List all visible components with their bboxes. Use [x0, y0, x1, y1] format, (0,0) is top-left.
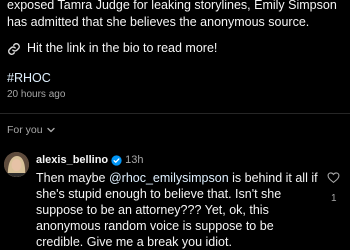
avatar-image [4, 152, 29, 177]
hashtag-link[interactable]: #RHOC [7, 70, 51, 87]
comment-line: suppose to be an attorney??? Yet, ok, th… [36, 203, 269, 217]
comment-username[interactable]: alexis_bellino [36, 154, 108, 166]
comment-line: credible. Give me a break you idiot. [36, 235, 232, 249]
post-timestamp: 20 hours ago [7, 89, 66, 100]
comment-line: she's stupid enough to believe that. Isn… [36, 187, 282, 201]
comments-sort-label: For you [7, 124, 43, 136]
comments-sort-dropdown[interactable]: For you [7, 124, 56, 136]
mention-link[interactable]: @rhoc_emilysimpson [109, 171, 229, 185]
chevron-down-icon [46, 127, 55, 133]
verified-badge-icon [111, 154, 122, 166]
like-count: 1 [331, 193, 337, 204]
cta-text: Hit the link in the bio to read more! [27, 41, 218, 55]
comment-header: alexis_bellino 13h [36, 154, 144, 166]
comment-time: 13h [125, 154, 144, 166]
comment-text: Then maybe @rhoc_emilysimpson is behind … [36, 170, 326, 250]
comment-line-prefix: Then maybe [36, 171, 109, 185]
divider [0, 113, 350, 114]
caption-line: has admitted that she believes the anony… [7, 15, 310, 29]
comment-line: anonymous random voice is suppose to be [36, 219, 274, 233]
heart-icon[interactable] [327, 171, 340, 184]
caption-cta: Hit the link in the bio to read more! [7, 40, 217, 57]
post-caption: exposed Tamra Judge for leaking storylin… [7, 0, 347, 31]
link-icon [8, 42, 20, 55]
comment-line: Then maybe @rhoc_emilysimpson is behind … [36, 170, 326, 186]
comment-line-suffix: is behind it all if [228, 171, 318, 185]
avatar[interactable] [4, 152, 29, 177]
caption-line: exposed Tamra Judge for leaking storylin… [7, 0, 337, 12]
